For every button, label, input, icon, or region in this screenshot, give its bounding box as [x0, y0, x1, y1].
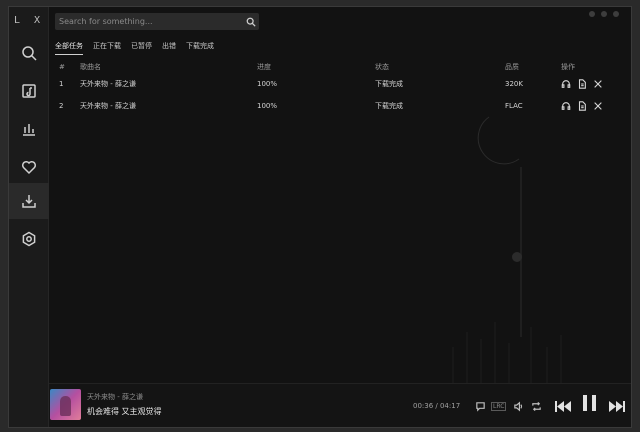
close-icon[interactable] [593, 101, 603, 111]
sidebar: L X [9, 7, 49, 427]
row-progress: 100% [257, 80, 278, 88]
sidebar-item-search[interactable] [9, 35, 49, 71]
file-icon[interactable] [577, 79, 587, 89]
volume-icon [514, 401, 523, 411]
skip-next-icon [609, 400, 625, 412]
sidebar-item-settings[interactable] [9, 221, 49, 257]
player-bar: 天外来物 - 薛之谦 机会难得 又主观觉得 00:36 / 04:17 LRC [49, 383, 631, 427]
tab-downloading[interactable]: 正在下载 [93, 41, 121, 55]
headphones-icon[interactable] [561, 79, 571, 89]
row-name: 天外来物 - 薛之谦 [80, 80, 136, 88]
col-quality: 品质 [505, 63, 519, 71]
pause-icon [583, 395, 596, 411]
download-icon [22, 195, 36, 208]
file-icon[interactable] [577, 101, 587, 111]
tab-all-tasks[interactable]: 全部任务 [55, 41, 83, 55]
music-list-icon [22, 84, 36, 98]
heart-icon [21, 160, 37, 175]
row-quality: 320K [505, 80, 523, 88]
table-header: # 歌曲名 进度 状态 品质 操作 [55, 61, 625, 73]
col-ops: 操作 [561, 63, 575, 71]
table-row[interactable]: 1 天外来物 - 薛之谦 100% 下载完成 320K [55, 73, 625, 95]
search-icon [22, 46, 37, 61]
play-pause-button[interactable] [583, 395, 596, 411]
search-icon [246, 17, 256, 27]
background-art [452, 116, 562, 387]
row-progress: 100% [257, 102, 278, 110]
previous-button[interactable] [555, 400, 571, 412]
close-window-button[interactable] [613, 11, 619, 17]
sidebar-item-song-list[interactable] [9, 73, 49, 109]
skip-previous-icon [555, 400, 571, 412]
tab-paused[interactable]: 已暂停 [131, 41, 152, 55]
col-name: 歌曲名 [80, 63, 101, 71]
search-bar [55, 13, 259, 30]
now-playing-title: 天外来物 - 薛之谦 [87, 393, 143, 401]
app-logo: L X [13, 15, 45, 26]
row-actions [561, 101, 603, 111]
sidebar-item-leaderboard[interactable] [9, 111, 49, 147]
tab-error[interactable]: 出错 [162, 41, 176, 55]
sidebar-item-favorites[interactable] [9, 149, 49, 185]
headphones-icon[interactable] [561, 101, 571, 111]
close-icon[interactable] [593, 79, 603, 89]
repeat-icon [532, 401, 541, 411]
app-window: L X 全部任务 正在下载 已暂停 出错 下 [8, 6, 632, 428]
col-index: # [59, 63, 65, 71]
chart-icon [23, 124, 35, 136]
col-progress: 进度 [257, 63, 271, 71]
row-name: 天外来物 - 薛之谦 [80, 102, 136, 110]
row-index: 1 [59, 80, 64, 88]
row-status: 下载完成 [375, 102, 403, 110]
row-actions [561, 79, 603, 89]
minimize-button[interactable] [589, 11, 595, 17]
download-table: # 歌曲名 进度 状态 品质 操作 1 天外来物 - 薛之谦 100% 下载完成… [55, 61, 625, 117]
tab-completed[interactable]: 下载完成 [186, 41, 214, 55]
current-lyric: 机会难得 又主观觉得 [87, 407, 162, 416]
row-status: 下载完成 [375, 80, 403, 88]
row-index: 2 [59, 102, 64, 110]
maximize-button[interactable] [601, 11, 607, 17]
settings-icon [22, 231, 36, 247]
download-tabs: 全部任务 正在下载 已暂停 出错 下载完成 [55, 41, 224, 55]
search-button[interactable] [243, 14, 259, 30]
lrc-label: LRC [491, 401, 507, 411]
album-cover[interactable] [50, 389, 81, 420]
desktop-lyric-toggle[interactable]: LRC [491, 400, 507, 412]
row-quality: FLAC [505, 102, 523, 110]
play-mode-button[interactable] [531, 400, 542, 412]
comment-icon [476, 401, 485, 412]
table-row[interactable]: 2 天外来物 - 薛之谦 100% 下载完成 FLAC [55, 95, 625, 117]
next-button[interactable] [609, 400, 625, 412]
col-status: 状态 [375, 63, 389, 71]
playback-time: 00:36 / 04:17 [413, 402, 461, 410]
volume-button[interactable] [513, 400, 524, 412]
sidebar-item-downloads[interactable] [9, 183, 49, 219]
comment-button[interactable] [475, 400, 486, 412]
search-input[interactable] [55, 17, 243, 26]
